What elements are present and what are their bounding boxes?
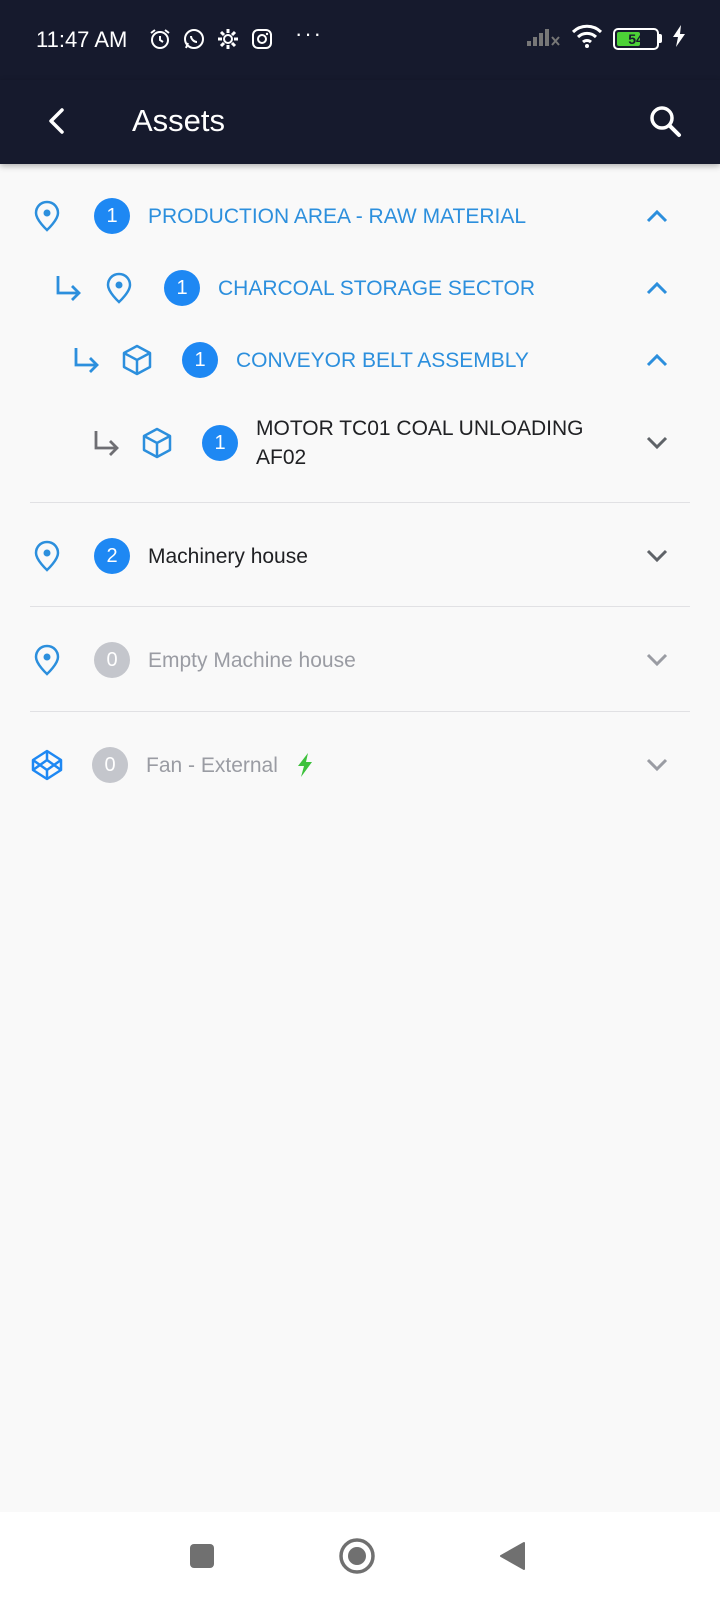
recent-apps-icon <box>190 1544 214 1568</box>
count-badge: 0 <box>92 747 128 783</box>
divider <box>30 502 690 503</box>
tree-row-label: Empty Machine house <box>148 648 356 672</box>
location-pin-icon <box>32 540 62 572</box>
expand-button[interactable] <box>642 750 672 780</box>
chevron-down-icon <box>646 436 668 450</box>
chevron-up-icon <box>646 209 668 223</box>
tree-row-label: Fan - External <box>146 753 278 777</box>
home-button[interactable] <box>333 1532 381 1580</box>
child-arrow-icon <box>90 428 122 458</box>
count-badge: 1 <box>182 342 218 378</box>
alarm-icon <box>147 26 173 52</box>
back-nav-button[interactable] <box>488 1532 536 1580</box>
count-badge: 1 <box>202 425 238 461</box>
chevron-down-icon <box>646 653 668 667</box>
status-bar: 11:47 AM ··· 54 <box>0 0 720 80</box>
tree-row-label: CONVEYOR BELT ASSEMBLY <box>236 348 529 372</box>
tree-row-label-line2: AF02 <box>256 446 307 469</box>
tree-row-label: MOTOR TC01 COAL UNLOADING AF02 <box>256 414 584 472</box>
app-bar: Assets <box>0 80 720 164</box>
home-icon <box>339 1538 375 1574</box>
location-pin-icon <box>32 644 62 676</box>
tree-row-machinery-house[interactable]: 2 Machinery house <box>32 538 308 574</box>
chevron-left-icon <box>49 108 64 134</box>
expand-button[interactable] <box>642 428 672 458</box>
tree-row-motor-tc01[interactable]: 1 MOTOR TC01 COAL UNLOADING AF02 <box>90 412 584 474</box>
child-arrow-icon <box>70 345 102 375</box>
divider <box>30 606 690 607</box>
tree-row-label: CHARCOAL STORAGE SECTOR <box>218 276 536 300</box>
battery-indicator: 54 <box>613 27 662 50</box>
instagram-icon <box>249 26 275 52</box>
expand-button[interactable] <box>642 541 672 571</box>
collapse-button[interactable] <box>642 345 672 375</box>
chevron-up-icon <box>646 281 668 295</box>
count-badge: 1 <box>94 198 130 234</box>
tree-row-label: PRODUCTION AREA - RAW MATERIAL <box>148 204 527 228</box>
chevron-up-icon <box>646 353 668 367</box>
system-nav-bar <box>0 1512 720 1600</box>
collapse-button[interactable] <box>642 201 672 231</box>
search-icon <box>650 106 681 137</box>
back-icon <box>500 1542 525 1570</box>
cube-icon <box>140 426 174 460</box>
tree-row-production-area[interactable]: 1 PRODUCTION AREA - RAW MATERIAL <box>32 198 526 234</box>
count-badge: 0 <box>94 642 130 678</box>
charging-icon <box>672 25 686 52</box>
wifi-icon <box>571 24 603 53</box>
location-pin-icon <box>32 200 62 232</box>
tree-row-empty-machine-house[interactable]: 0 Empty Machine house <box>32 642 356 678</box>
lightning-bolt-icon <box>296 753 314 777</box>
tree-row-charcoal-storage[interactable]: 1 CHARCOAL STORAGE SECTOR <box>52 270 535 306</box>
location-pin-icon <box>104 272 134 304</box>
back-button[interactable] <box>32 96 82 146</box>
recent-apps-button[interactable] <box>178 1532 226 1580</box>
collapse-button[interactable] <box>642 273 672 303</box>
divider <box>30 711 690 712</box>
more-notifications: ··· <box>295 21 323 46</box>
chevron-down-icon <box>646 549 668 563</box>
tree-row-label-line1: MOTOR TC01 COAL UNLOADING <box>256 417 584 440</box>
chevron-down-icon <box>646 758 668 772</box>
settings-icon <box>215 26 241 52</box>
tree-row-fan-external[interactable]: 0 Fan - External <box>30 747 314 783</box>
status-time: 11:47 AM <box>36 27 128 52</box>
battery-icon: 54 <box>613 27 659 50</box>
codepen-cube-icon <box>30 748 64 782</box>
signal-icon <box>527 25 561 52</box>
count-badge: 1 <box>164 270 200 306</box>
battery-level: 54 <box>628 30 644 47</box>
notification-icons: ··· <box>147 21 323 52</box>
tree-row-conveyor-belt[interactable]: 1 CONVEYOR BELT ASSEMBLY <box>70 342 529 378</box>
child-arrow-icon <box>52 273 84 303</box>
system-icons: 54 <box>527 24 686 53</box>
tree-row-label: Machinery house <box>148 544 308 568</box>
search-button[interactable] <box>640 96 690 146</box>
whatsapp-icon <box>181 26 207 52</box>
expand-button[interactable] <box>642 645 672 675</box>
cube-icon <box>120 343 154 377</box>
count-badge: 2 <box>94 538 130 574</box>
page-title: Assets <box>132 103 226 138</box>
